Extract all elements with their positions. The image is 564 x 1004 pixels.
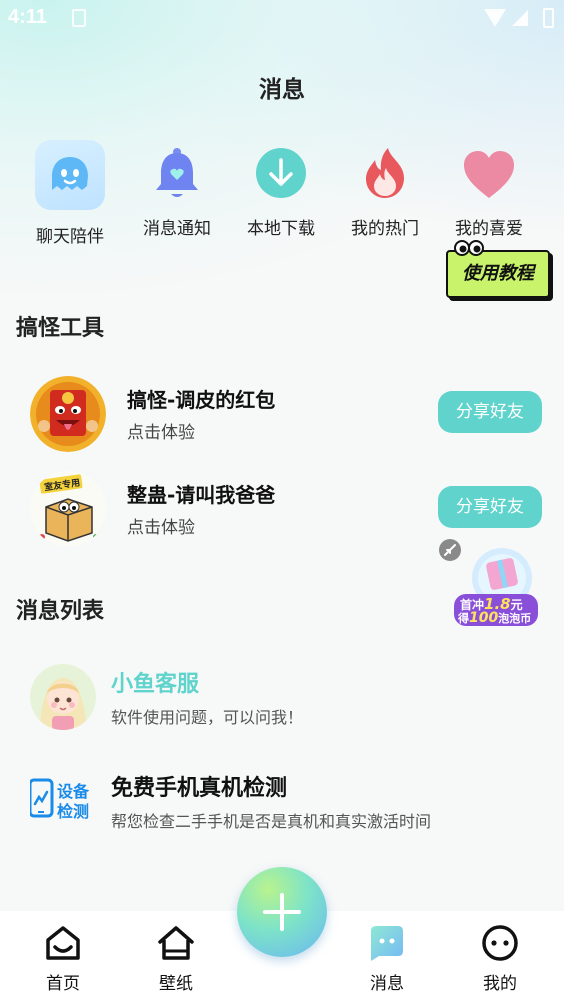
quick-action-chat[interactable]: 聊天陪伴: [15, 140, 125, 247]
profile-icon: [480, 923, 520, 963]
quick-action-label: 聊天陪伴: [36, 227, 104, 247]
status-bar: 4:11: [0, 0, 564, 38]
wifi-icon: [484, 9, 506, 27]
quick-action-label: 本地下载: [247, 219, 315, 239]
bell-icon: [142, 140, 212, 210]
quick-action-download[interactable]: 本地下载: [226, 140, 336, 239]
device-check-icon-text-2: 检测: [57, 802, 90, 821]
nav-label: 消息: [370, 974, 404, 994]
customer-service-avatar: [30, 664, 96, 730]
quick-action-favorite[interactable]: 我的喜爱: [434, 140, 544, 239]
message-item[interactable]: 设备 检测 免费手机真机检测 帮您检查二手手机是否是真机和真实激活时间: [0, 768, 564, 848]
add-button[interactable]: [237, 867, 327, 957]
nav-message[interactable]: 消息: [342, 923, 432, 994]
message-icon: [367, 923, 407, 963]
tool-subtitle: 点击体验: [127, 423, 195, 443]
eyes-icon: [454, 240, 484, 256]
heart-icon: [454, 140, 524, 210]
messages-section-title: 消息列表: [16, 599, 105, 624]
recharge-promo-badge[interactable]: 首冲1.8元 得100泡泡币: [438, 538, 548, 630]
promo-coins: 100: [469, 610, 499, 626]
battery-icon: [543, 8, 554, 28]
nav-profile[interactable]: 我的: [455, 923, 545, 994]
tutorial-button[interactable]: 使用教程: [446, 240, 550, 298]
message-title: 小鱼客服: [111, 672, 200, 697]
nav-wallpaper[interactable]: 壁纸: [131, 923, 221, 994]
promo-word: 得: [458, 612, 469, 625]
tool-avatar-red-envelope: [30, 376, 106, 452]
quick-action-label: 我的热门: [351, 219, 419, 239]
share-friend-button[interactable]: 分享好友: [438, 391, 542, 433]
message-subtitle: 软件使用问题，可以问我！: [111, 708, 304, 727]
home-icon: [43, 923, 83, 963]
message-subtitle: 帮您检查二手手机是否是真机和真实激活时间: [111, 812, 432, 831]
tool-name: 搞怪-调皮的红包: [127, 388, 276, 412]
quick-action-notify[interactable]: 消息通知: [122, 140, 232, 239]
tool-subtitle: 点击体验: [127, 518, 195, 538]
nav-label: 我的: [483, 974, 517, 994]
device-check-icon: 设备 检测: [28, 768, 96, 834]
download-icon: [246, 140, 316, 210]
tool-name: 整蛊-请叫我爸爸: [127, 483, 276, 507]
tool-item[interactable]: 搞怪-调皮的红包 点击体验 分享好友: [0, 376, 564, 456]
message-title: 免费手机真机检测: [111, 776, 288, 801]
quick-action-label: 我的喜爱: [455, 219, 523, 239]
sim-icon: [72, 9, 86, 27]
nav-home[interactable]: 首页: [18, 923, 108, 994]
share-friend-button[interactable]: 分享好友: [438, 486, 542, 528]
promo-text-line2: 得100泡泡币: [458, 610, 531, 626]
quick-action-label: 消息通知: [143, 219, 211, 239]
nav-label: 壁纸: [159, 974, 193, 994]
wallpaper-icon: [156, 923, 196, 963]
message-item[interactable]: 小鱼客服 软件使用问题，可以问我！: [0, 664, 564, 744]
nav-label: 首页: [46, 974, 80, 994]
quick-action-hot[interactable]: 我的热门: [330, 140, 440, 239]
tools-section-title: 搞怪工具: [16, 316, 105, 341]
flame-icon: [350, 140, 420, 210]
page-title: 消息: [259, 77, 305, 103]
plus-icon: [263, 893, 301, 931]
status-time: 4:11: [8, 6, 47, 28]
tutorial-label: 使用教程: [462, 263, 534, 284]
signal-icon: [512, 10, 528, 26]
chat-ghost-icon: [35, 140, 105, 210]
tool-avatar-box: 室友专用: [30, 471, 106, 547]
promo-coin-name: 泡泡币: [498, 612, 532, 625]
